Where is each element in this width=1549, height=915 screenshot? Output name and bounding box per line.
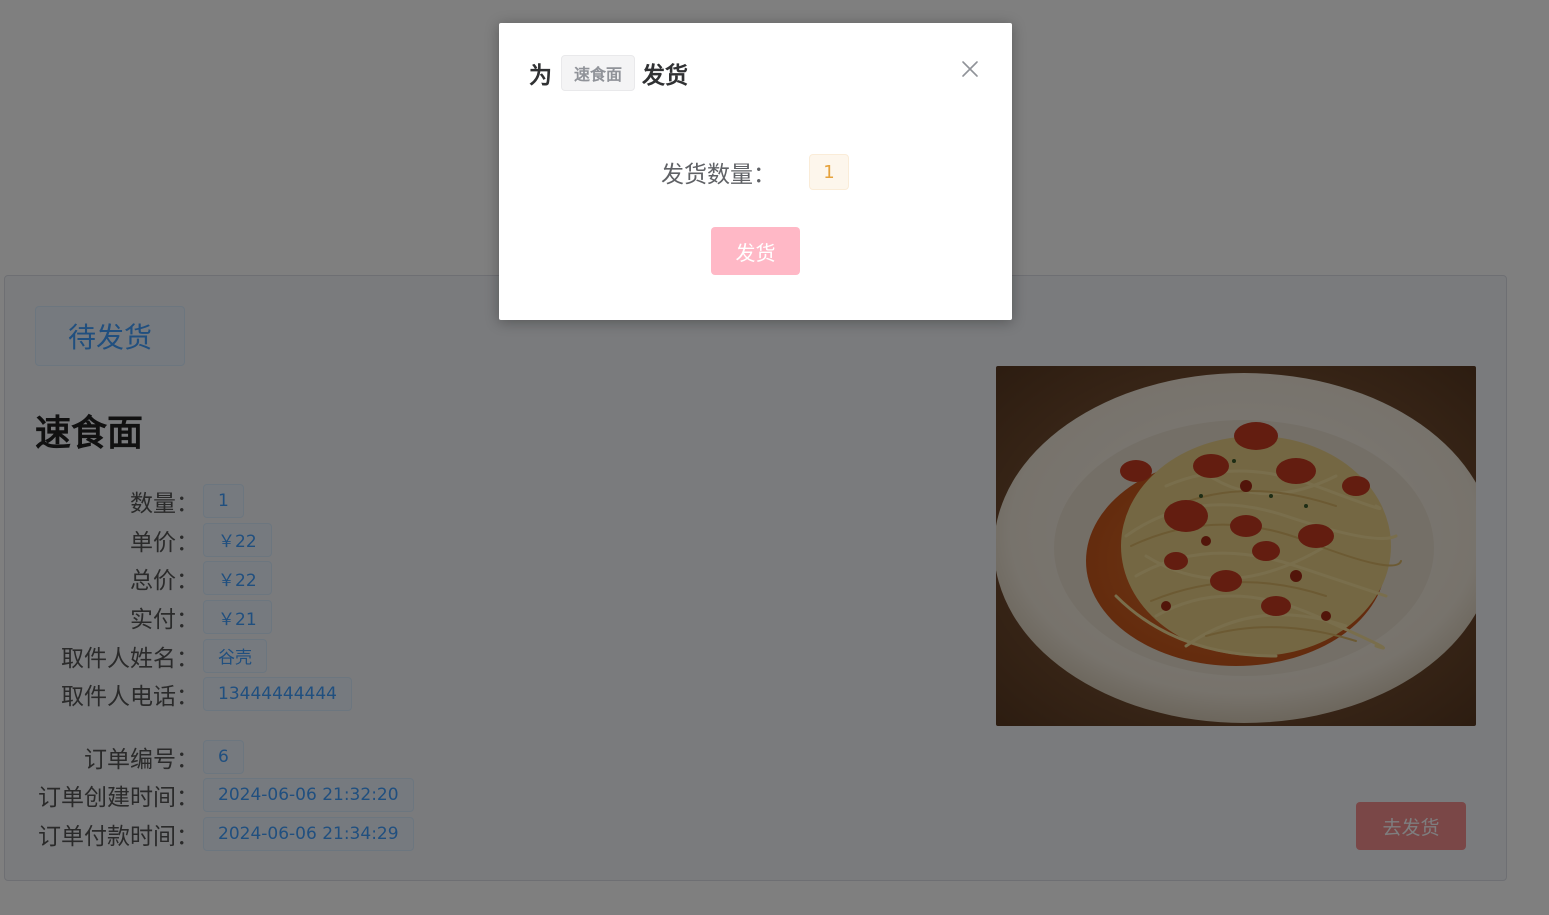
ship-dialog: 为 速食面 发货 发货数量： 1 发货	[499, 23, 1012, 320]
title-prefix: 为	[529, 63, 552, 89]
title-suffix: 发货	[642, 63, 689, 89]
ship-quantity-label: 发货数量：	[661, 162, 776, 188]
ship-quantity-value: 1	[809, 154, 849, 190]
close-icon[interactable]	[960, 59, 980, 79]
title-product-tag: 速食面	[561, 55, 636, 91]
ship-quantity-row: 发货数量： 1	[661, 154, 849, 190]
dialog-title: 为 速食面 发货	[529, 55, 688, 91]
ship-submit-button[interactable]: 发货	[711, 227, 800, 275]
